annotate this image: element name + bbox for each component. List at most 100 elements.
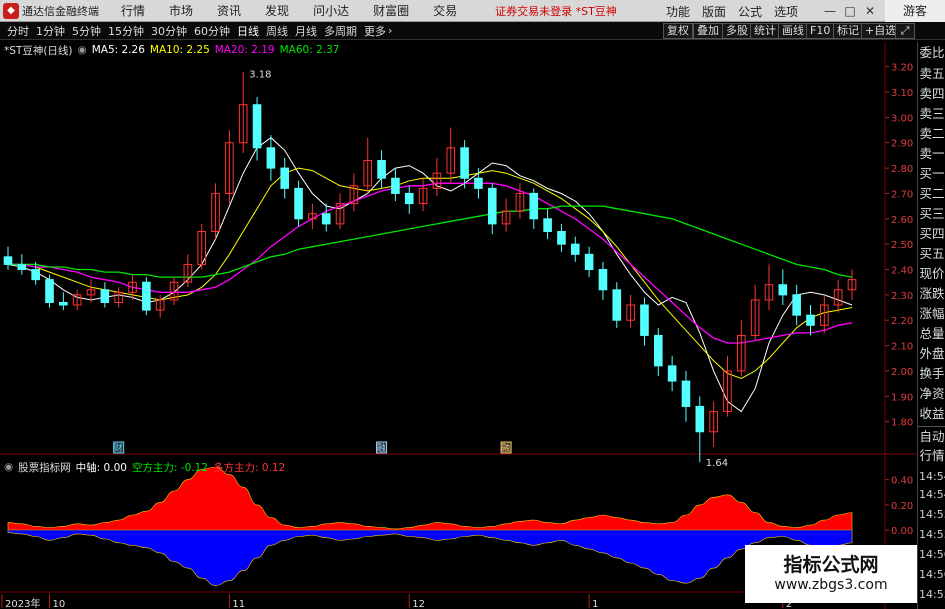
tab-monthly[interactable]: 月线 bbox=[295, 23, 317, 39]
panel-item-quote[interactable]: 行情 bbox=[918, 446, 945, 465]
panel-item-turnover[interactable]: 换手 bbox=[918, 364, 945, 383]
bull-value-label: 多方主力: 0.12 bbox=[212, 461, 286, 474]
panel-item-weibi[interactable]: 委比 bbox=[918, 43, 945, 62]
tab-daily[interactable]: 日线 bbox=[237, 23, 259, 39]
event-markers: 财融融 bbox=[113, 441, 512, 454]
candle-body bbox=[100, 289, 110, 303]
multi-stock-button[interactable]: 多股 bbox=[722, 23, 752, 39]
menu-layout[interactable]: 版面 bbox=[702, 3, 726, 20]
panel-item-buy4[interactable]: 买四 bbox=[918, 224, 945, 243]
panel-item-sell4[interactable]: 卖四 bbox=[918, 84, 945, 103]
tab-1min[interactable]: 1分钟 bbox=[36, 23, 65, 39]
mark-button[interactable]: 标记 bbox=[833, 23, 863, 39]
panel-item-earnings[interactable]: 收益 bbox=[918, 404, 945, 423]
panel-item-buy3[interactable]: 买三 bbox=[918, 204, 945, 223]
candle-body bbox=[792, 294, 801, 316]
maximize-icon[interactable]: □ bbox=[842, 3, 858, 19]
candle-body bbox=[640, 304, 649, 336]
candle-body bbox=[806, 314, 815, 326]
tab-15min[interactable]: 15分钟 bbox=[108, 23, 144, 39]
candle-body bbox=[529, 192, 539, 220]
candle-body bbox=[280, 167, 290, 189]
menu-exchange[interactable]: 市场 bbox=[169, 2, 193, 19]
menu-formula[interactable]: 公式 bbox=[738, 3, 762, 20]
panel-item-sell3[interactable]: 卖三 bbox=[918, 104, 945, 123]
candle-body bbox=[557, 230, 566, 245]
settings-circle-icon[interactable]: ◉ bbox=[4, 461, 13, 473]
draw-line-button[interactable]: 画线 bbox=[778, 23, 808, 39]
price-tick-label: 2.80 bbox=[891, 164, 913, 175]
panel-item-change-pct[interactable]: 涨幅 bbox=[918, 304, 945, 323]
panel-item-buy2[interactable]: 买二 bbox=[918, 184, 945, 203]
price-tick-label: 2.30 bbox=[891, 291, 913, 302]
overlay-button[interactable]: 叠加 bbox=[693, 23, 723, 39]
menu-ask[interactable]: 问小达 bbox=[313, 2, 349, 19]
candle-body bbox=[570, 243, 580, 255]
price-tick-label: 3.00 bbox=[891, 113, 913, 124]
price-tick-label: 2.40 bbox=[891, 266, 913, 277]
restore-rights-button[interactable]: 复权 bbox=[663, 23, 693, 39]
menu-news[interactable]: 资讯 bbox=[217, 2, 241, 19]
time-tick-label: 12 bbox=[412, 599, 425, 609]
panel-item-sell5[interactable]: 卖五 bbox=[918, 64, 945, 83]
login-warning: 证券交易未登录 *ST豆神 bbox=[495, 4, 617, 18]
candle-body bbox=[487, 187, 497, 225]
right-quote-panel: 委比 卖五 卖四 卖三 卖二 卖一 买一 买二 买三 买四 买五 现价 涨跌 涨… bbox=[917, 42, 945, 609]
tab-60min[interactable]: 60分钟 bbox=[194, 23, 230, 39]
menu-market[interactable]: 行情 bbox=[121, 2, 145, 19]
tab-weekly[interactable]: 周线 bbox=[266, 23, 288, 39]
panel-item-outer[interactable]: 外盘 bbox=[918, 344, 945, 363]
panel-item-net-assets[interactable]: 净资 bbox=[918, 384, 945, 403]
tab-intraday[interactable]: 分时 bbox=[7, 23, 29, 39]
minimize-icon[interactable]: — bbox=[822, 3, 838, 19]
panel-item-buy5[interactable]: 买五 bbox=[918, 244, 945, 263]
candle-body bbox=[59, 301, 68, 306]
statistics-button[interactable]: 统计 bbox=[750, 23, 780, 39]
tab-5min[interactable]: 5分钟 bbox=[72, 23, 101, 39]
panel-item-auto[interactable]: 自动 bbox=[918, 426, 945, 445]
close-icon[interactable]: ✕ bbox=[862, 3, 878, 19]
menu-trade[interactable]: 交易 bbox=[433, 2, 457, 19]
price-axis: 3.20 3.10 3.00 2.90 2.80 2.70 2.60 2.50 2.40 2.30… bbox=[885, 63, 913, 429]
menu-wealth[interactable]: 财富圈 bbox=[373, 2, 409, 19]
panel-item-sell2[interactable]: 卖二 bbox=[918, 124, 945, 143]
price-tick-label: 2.50 bbox=[891, 240, 913, 251]
candle-body bbox=[667, 365, 677, 382]
candle-body bbox=[321, 213, 331, 225]
ma20-line bbox=[8, 182, 853, 344]
panel-item-price[interactable]: 现价 bbox=[918, 264, 945, 283]
tab-multi-period[interactable]: 多周期 bbox=[324, 23, 357, 39]
candle-body bbox=[391, 177, 400, 194]
f10-button[interactable]: F10 bbox=[806, 23, 835, 39]
tdx-terminal-window: ◆ 通达信金融终端 行情 市场 资讯 发现 问小达 财富圈 交易 证券交易未登录… bbox=[0, 0, 945, 609]
tab-30min[interactable]: 30分钟 bbox=[151, 23, 187, 39]
price-tick-label: 3.20 bbox=[891, 63, 913, 74]
candle-body bbox=[31, 269, 40, 281]
panel-item-volume[interactable]: 总量 bbox=[918, 324, 945, 343]
moving-average-lines bbox=[7, 137, 853, 413]
stock-name-label[interactable]: *ST豆神(日线) bbox=[4, 43, 73, 58]
indicator-name-label[interactable]: 股票指标网 bbox=[18, 460, 71, 475]
time-tick-label: 2023年 bbox=[5, 597, 40, 609]
chart-area[interactable]: 3.18 1.64 3.20 3.10 3.00 2.90 2.80 2.70 2.60 2.… bbox=[0, 42, 917, 609]
candle-body bbox=[294, 187, 303, 220]
menu-discover[interactable]: 发现 bbox=[265, 2, 289, 19]
candle-body bbox=[598, 269, 608, 291]
indicator-tick-label: 0.20 bbox=[891, 501, 913, 512]
expand-icon[interactable]: ⤢ bbox=[895, 23, 915, 39]
price-tick-label: 3.10 bbox=[891, 88, 913, 99]
settings-circle-icon[interactable]: ◉ bbox=[78, 44, 87, 56]
menu-function[interactable]: 功能 bbox=[666, 3, 690, 20]
menu-options[interactable]: 选项 bbox=[774, 3, 798, 20]
panel-item-sell1[interactable]: 卖一 bbox=[918, 144, 945, 163]
chevron-right-icon[interactable]: › bbox=[388, 24, 392, 37]
guest-label[interactable]: 游客 bbox=[885, 0, 945, 22]
candle-body bbox=[142, 281, 151, 311]
ma5-label: MA5: 2.26 bbox=[91, 44, 145, 56]
tab-more[interactable]: 更多 bbox=[364, 23, 386, 39]
high-price-annotation: 3.18 bbox=[249, 70, 271, 81]
panel-item-change[interactable]: 涨跌 bbox=[918, 284, 945, 303]
price-tick-label: 2.20 bbox=[891, 316, 913, 327]
price-tick-label: 2.00 bbox=[891, 367, 913, 378]
panel-item-buy1[interactable]: 买一 bbox=[918, 164, 945, 183]
